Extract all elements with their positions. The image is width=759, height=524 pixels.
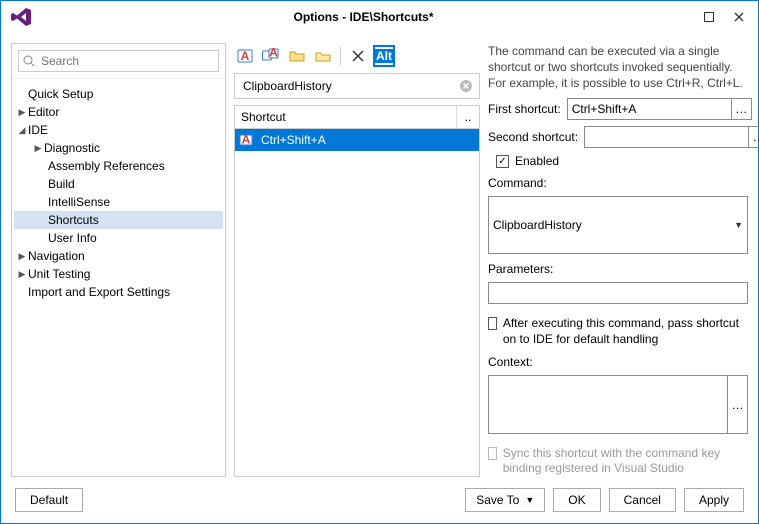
context-picker[interactable]: … xyxy=(727,376,747,433)
first-shortcut-picker[interactable]: … xyxy=(731,99,751,119)
command-label: Command: xyxy=(488,176,748,190)
chevron-right-icon[interactable]: ▶ xyxy=(32,143,44,154)
tree-item-build[interactable]: Build xyxy=(14,175,223,193)
svg-text:Alt: Alt xyxy=(376,49,392,63)
list-item-label: Ctrl+Shift+A xyxy=(257,133,479,147)
folder-icon[interactable] xyxy=(312,45,334,67)
chevron-down-icon[interactable]: ◢ xyxy=(16,125,28,136)
shortcut-panel: A A Alt xyxy=(234,43,480,477)
parameters-label: Parameters: xyxy=(488,262,748,276)
chevron-down-icon: ▼ xyxy=(734,220,743,230)
separator xyxy=(340,47,341,65)
column-more[interactable]: .. xyxy=(457,106,479,128)
apply-button[interactable]: Apply xyxy=(684,488,744,512)
context-label: Context: xyxy=(488,355,748,369)
tree-item-assembly-references[interactable]: Assembly References xyxy=(14,157,223,175)
pass-shortcut-checkbox[interactable]: After executing this command, pass short… xyxy=(488,316,748,347)
save-to-button[interactable]: Save To ▼ xyxy=(465,488,545,512)
list-item[interactable]: A Ctrl+Shift+A xyxy=(235,129,479,151)
tree-item-intellisense[interactable]: IntelliSense xyxy=(14,193,223,211)
second-shortcut-picker[interactable]: … xyxy=(748,127,759,147)
show-all-icon[interactable]: A xyxy=(260,45,282,67)
tree-item-unit-testing[interactable]: ▶Unit Testing xyxy=(14,265,223,283)
shortcut-list: Shortcut .. A Ctrl+Shift+A xyxy=(234,105,480,477)
svg-text:A: A xyxy=(242,133,251,147)
second-shortcut-label: Second shortcut: xyxy=(488,130,578,144)
window-title: Options - IDE\Shortcuts* xyxy=(33,10,694,24)
second-shortcut-input[interactable]: … xyxy=(584,126,759,148)
default-button[interactable]: Default xyxy=(15,488,83,512)
dialog-body: Quick Setup ▶Editor ◢IDE ▶Diagnostic Ass… xyxy=(1,33,758,477)
tree-item-navigation[interactable]: ▶Navigation xyxy=(14,247,223,265)
column-shortcut[interactable]: Shortcut xyxy=(235,106,457,128)
keyboard-icon: A xyxy=(235,133,257,147)
tree-item-shortcuts[interactable]: Shortcuts xyxy=(14,211,223,229)
svg-text:A: A xyxy=(269,48,278,60)
checkbox-icon xyxy=(488,317,497,330)
show-assigned-icon[interactable]: A xyxy=(234,45,256,67)
tree-item-editor[interactable]: ▶Editor xyxy=(14,103,223,121)
ok-button[interactable]: OK xyxy=(553,488,600,512)
check-icon: ✓ xyxy=(496,155,509,168)
chevron-down-icon: ▼ xyxy=(525,495,534,505)
tree-item-quick-setup[interactable]: Quick Setup xyxy=(14,85,223,103)
tree-item-diagnostic[interactable]: ▶Diagnostic xyxy=(14,139,223,157)
tree-item-user-info[interactable]: User Info xyxy=(14,229,223,247)
vs-logo-icon xyxy=(9,5,33,29)
search-box[interactable] xyxy=(18,50,219,72)
chevron-right-icon[interactable]: ▶ xyxy=(16,107,28,118)
tree-item-import-export[interactable]: Import and Export Settings xyxy=(14,283,223,301)
settings-tree[interactable]: Quick Setup ▶Editor ◢IDE ▶Diagnostic Ass… xyxy=(12,79,225,476)
close-button[interactable] xyxy=(724,5,754,29)
dialog-footer: Default Save To ▼ OK Cancel Apply xyxy=(1,477,758,523)
sync-checkbox: Sync this shortcut with the command key … xyxy=(488,446,748,477)
command-combo[interactable]: ClipboardHistory ▼ xyxy=(488,196,748,255)
first-shortcut-input[interactable]: … xyxy=(567,98,752,120)
cancel-button[interactable]: Cancel xyxy=(609,488,676,512)
folder-open-icon[interactable] xyxy=(286,45,308,67)
delete-icon[interactable] xyxy=(347,45,369,67)
filter-box[interactable] xyxy=(234,73,480,99)
shortcut-toolbar: A A Alt xyxy=(234,43,480,69)
alt-mode-icon[interactable]: Alt xyxy=(373,45,395,67)
filter-input[interactable] xyxy=(241,78,455,94)
search-input[interactable] xyxy=(39,53,214,69)
parameters-input[interactable] xyxy=(488,282,748,304)
titlebar: Options - IDE\Shortcuts* xyxy=(1,1,758,33)
enabled-checkbox[interactable]: ✓ Enabled xyxy=(496,154,748,168)
context-input[interactable]: … xyxy=(488,375,748,434)
options-window: Options - IDE\Shortcuts* Quick Setup ▶Ed… xyxy=(0,0,759,524)
checkbox-icon xyxy=(488,447,497,460)
first-shortcut-label: First shortcut: xyxy=(488,102,561,116)
search-icon xyxy=(23,55,35,67)
nav-panel: Quick Setup ▶Editor ◢IDE ▶Diagnostic Ass… xyxy=(11,43,226,477)
clear-filter-icon[interactable] xyxy=(459,79,473,93)
tree-item-ide[interactable]: ◢IDE xyxy=(14,121,223,139)
maximize-button[interactable] xyxy=(694,5,724,29)
description-text: The command can be executed via a single… xyxy=(488,43,748,92)
list-header: Shortcut .. xyxy=(235,106,479,129)
detail-panel: The command can be executed via a single… xyxy=(488,43,748,477)
chevron-right-icon[interactable]: ▶ xyxy=(16,269,28,280)
chevron-right-icon[interactable]: ▶ xyxy=(16,251,28,262)
svg-text:A: A xyxy=(241,49,250,63)
